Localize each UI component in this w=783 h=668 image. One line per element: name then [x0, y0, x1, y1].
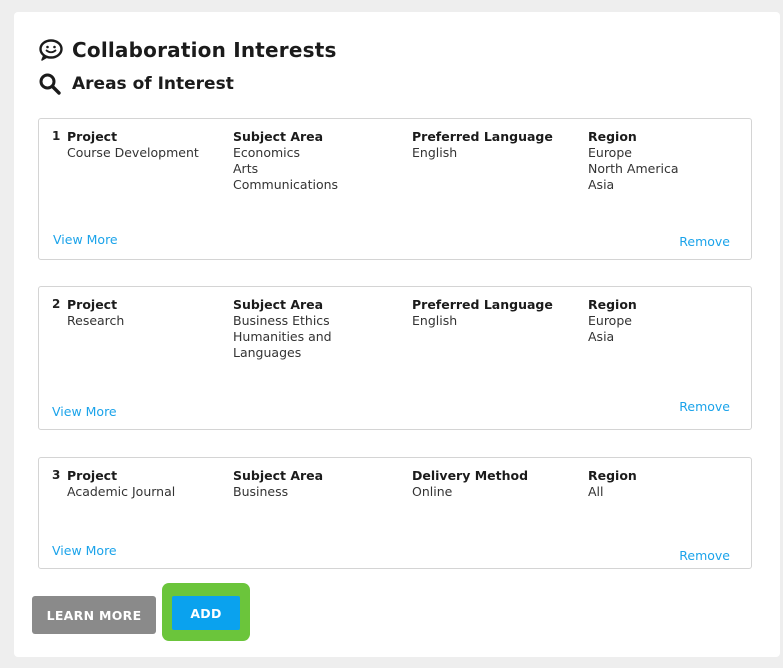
project-label: Project	[67, 129, 118, 144]
subject-area-label: Subject Area	[233, 129, 324, 144]
card-number: 3	[52, 468, 61, 482]
collaboration-panel: Collaboration Interests Areas of Interes…	[14, 12, 780, 657]
subject-area-column: Subject Area Business Ethics Humanities …	[233, 297, 332, 361]
speech-bubble-smile-icon	[38, 38, 64, 62]
subject-area-value: Business Ethics	[233, 313, 330, 328]
project-value: Academic Journal	[67, 484, 176, 499]
view-more-link[interactable]: View More	[52, 543, 117, 558]
search-icon	[38, 72, 62, 96]
region-value: All	[588, 484, 604, 499]
delivery-method-value: Online	[412, 484, 453, 499]
region-label: Region	[588, 468, 637, 483]
region-column: Region All	[588, 468, 637, 500]
subject-area-value: Communications	[233, 177, 339, 192]
subject-area-value: Humanities and	[233, 329, 332, 344]
region-column: Region Europe North America Asia	[588, 129, 679, 193]
project-column: Project Academic Journal	[67, 468, 175, 500]
project-value: Course Development	[67, 145, 199, 160]
add-button[interactable]: ADD	[172, 596, 240, 630]
subject-area-column: Subject Area Business	[233, 468, 323, 500]
region-value: Asia	[588, 329, 615, 344]
region-value: Asia	[588, 177, 615, 192]
project-label: Project	[67, 468, 118, 483]
subject-area-value: Economics	[233, 145, 301, 160]
remove-link[interactable]: Remove	[679, 234, 730, 249]
title-row: Collaboration Interests	[38, 38, 337, 62]
language-column: Preferred Language English	[412, 129, 553, 161]
language-value: English	[412, 145, 458, 160]
interest-card-1: 1 Project Course Development Subject Are…	[38, 118, 752, 260]
region-column: Region Europe Asia	[588, 297, 637, 345]
delivery-method-column: Delivery Method Online	[412, 468, 528, 500]
subject-area-value: Arts	[233, 161, 259, 176]
project-column: Project Course Development	[67, 129, 199, 161]
section-subtitle: Areas of Interest	[72, 74, 234, 94]
learn-more-button[interactable]: LEARN MORE	[32, 596, 156, 634]
remove-link[interactable]: Remove	[679, 399, 730, 414]
region-value: Europe	[588, 145, 632, 160]
view-more-link[interactable]: View More	[52, 404, 117, 419]
subject-area-column: Subject Area Economics Arts Communicatio…	[233, 129, 338, 193]
card-number: 1	[52, 129, 61, 143]
region-label: Region	[588, 297, 637, 312]
region-value: Europe	[588, 313, 632, 328]
language-label: Preferred Language	[412, 297, 553, 312]
subject-area-value: Business	[233, 484, 289, 499]
delivery-method-label: Delivery Method	[412, 468, 529, 483]
region-label: Region	[588, 129, 637, 144]
subject-area-label: Subject Area	[233, 468, 324, 483]
page-title: Collaboration Interests	[72, 38, 337, 62]
project-column: Project Research	[67, 297, 124, 329]
subtitle-row: Areas of Interest	[38, 72, 234, 96]
language-column: Preferred Language English	[412, 297, 553, 329]
interest-card-2: 2 Project Research Subject Area Business…	[38, 286, 752, 430]
project-value: Research	[67, 313, 125, 328]
project-label: Project	[67, 297, 118, 312]
card-number: 2	[52, 297, 61, 311]
view-more-link[interactable]: View More	[53, 232, 118, 247]
subject-area-label: Subject Area	[233, 297, 324, 312]
language-value: English	[412, 313, 458, 328]
region-value: North America	[588, 161, 679, 176]
remove-link[interactable]: Remove	[679, 548, 730, 563]
language-label: Preferred Language	[412, 129, 553, 144]
interest-card-3: 3 Project Academic Journal Subject Area …	[38, 457, 752, 569]
subject-area-value: Languages	[233, 345, 302, 360]
